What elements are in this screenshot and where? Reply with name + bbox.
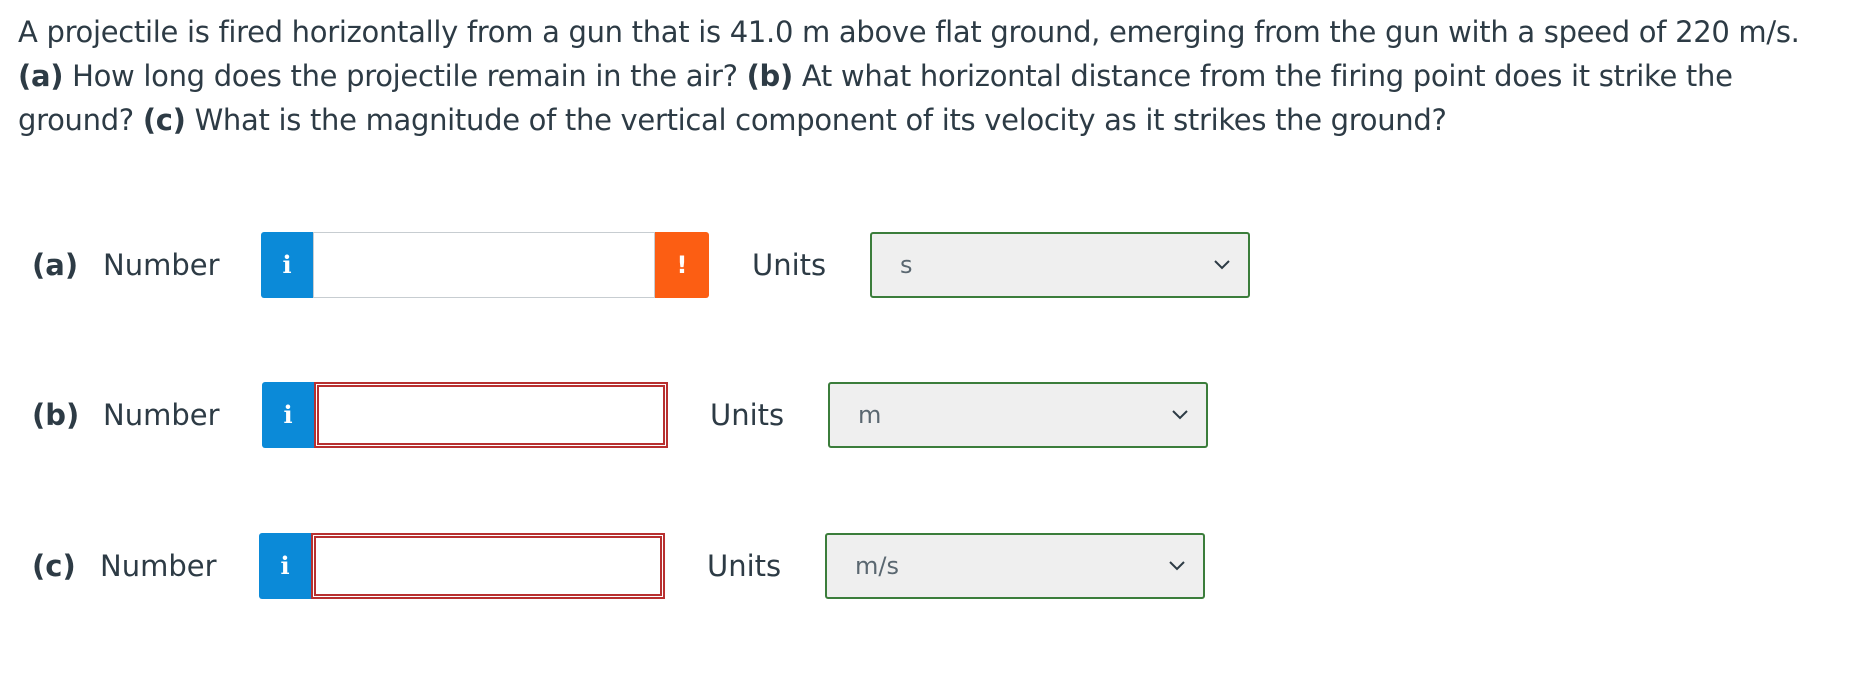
units-select-a[interactable]: s xyxy=(870,232,1250,298)
info-icon[interactable]: i xyxy=(261,232,313,298)
number-input-c[interactable] xyxy=(311,533,665,599)
part-label: (c) xyxy=(32,549,76,583)
number-input-a[interactable] xyxy=(313,232,655,298)
question-intro: A projectile is fired horizontally from … xyxy=(18,15,1800,49)
chevron-down-icon xyxy=(1214,260,1230,270)
units-selected-value: m/s xyxy=(855,552,899,580)
question-text: A projectile is fired horizontally from … xyxy=(18,10,1848,142)
info-icon[interactable]: i xyxy=(259,533,311,599)
question-part-c-label: (c) xyxy=(142,103,186,137)
part-label: (b) xyxy=(32,398,80,432)
number-label: Number xyxy=(103,398,220,432)
answer-row-c: (c) Number i Units m/s xyxy=(0,533,1300,599)
info-icon[interactable]: i xyxy=(262,382,314,448)
question-part-b-label: (b) xyxy=(746,59,794,93)
question-part-c-text: What is the magnitude of the vertical co… xyxy=(194,103,1447,137)
units-label: Units xyxy=(710,398,785,432)
part-label: (a) xyxy=(32,248,79,282)
chevron-down-icon xyxy=(1172,410,1188,420)
units-selected-value: s xyxy=(900,251,913,279)
units-label: Units xyxy=(752,248,827,282)
warning-icon[interactable]: ! xyxy=(655,232,709,298)
chevron-down-icon xyxy=(1169,561,1185,571)
number-label: Number xyxy=(100,549,217,583)
answer-row-a: (a) Number i ! Units s xyxy=(0,232,1300,298)
units-label: Units xyxy=(707,549,782,583)
units-select-b[interactable]: m xyxy=(828,382,1208,448)
question-part-a-label: (a) xyxy=(18,59,64,93)
number-label: Number xyxy=(103,248,220,282)
answer-row-b: (b) Number i Units m xyxy=(0,382,1300,448)
units-select-c[interactable]: m/s xyxy=(825,533,1205,599)
question-part-a-text: How long does the projectile remain in t… xyxy=(72,59,738,93)
units-selected-value: m xyxy=(858,401,882,429)
number-input-b[interactable] xyxy=(314,382,668,448)
